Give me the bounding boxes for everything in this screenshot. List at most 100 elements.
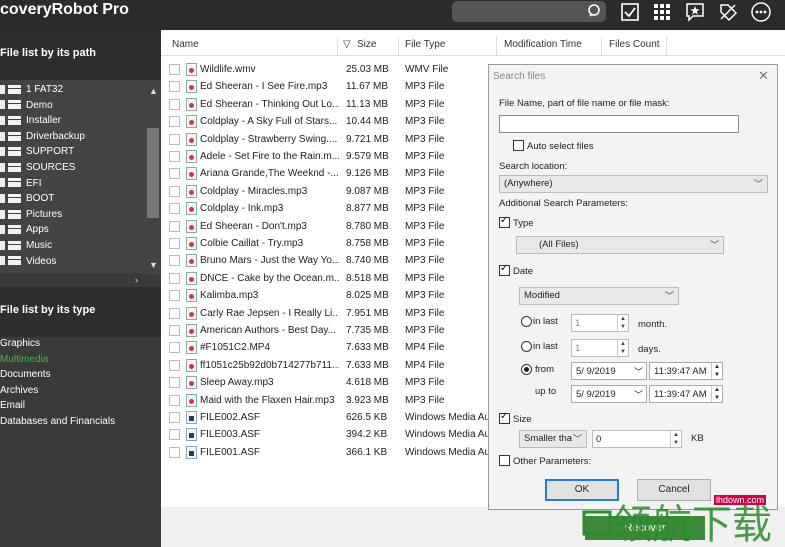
type-list-item[interactable]: Documents: [0, 369, 161, 385]
in-last-month-radio[interactable]: [521, 316, 532, 327]
scroll-up-arrow-icon[interactable]: ▲: [149, 86, 158, 96]
expand-box-icon[interactable]: [0, 240, 5, 250]
upto-date-picker[interactable]: 5/ 9/2019 ﹀: [571, 385, 647, 403]
row-checkbox[interactable]: [169, 255, 180, 267]
tree-horizontal-scrollbar[interactable]: [0, 273, 146, 287]
more-options-icon[interactable]: [750, 1, 772, 23]
expand-box-icon[interactable]: [0, 225, 5, 235]
expand-box-icon[interactable]: [0, 100, 5, 110]
search-box[interactable]: [452, 1, 606, 22]
expand-box-icon[interactable]: [0, 209, 5, 219]
size-stepper[interactable]: 0 ▲ ▼: [592, 430, 682, 448]
file-row[interactable]: Coldplay - Miracles.mp3 9.087 MB MP3 File: [161, 183, 491, 200]
other-params-checkbox[interactable]: [499, 455, 510, 466]
row-checkbox[interactable]: [169, 151, 180, 162]
row-checkbox[interactable]: [169, 238, 180, 249]
upto-time-picker[interactable]: 11:39:47 AM ▲ ▼: [649, 385, 723, 403]
tree-scrollbar[interactable]: [146, 80, 161, 275]
file-row[interactable]: Sleep Away.mp3 4.618 MB MP3 File: [161, 374, 491, 391]
tree-item[interactable]: Demo: [0, 100, 53, 115]
row-checkbox[interactable]: [169, 116, 180, 128]
column-modification-time[interactable]: Modification Time: [504, 39, 582, 50]
location-select[interactable]: (Anywhere) ﹀: [499, 175, 768, 193]
expand-box-icon[interactable]: [0, 194, 5, 204]
row-checkbox[interactable]: [169, 307, 180, 319]
row-checkbox[interactable]: [169, 446, 180, 458]
row-checkbox[interactable]: [169, 185, 180, 197]
days-stepper[interactable]: 1 ▲ ▼: [571, 339, 629, 357]
month-stepper[interactable]: 1 ▲ ▼: [571, 314, 629, 332]
column-file-type[interactable]: File Type: [405, 39, 445, 50]
tree-item[interactable]: SUPPORT: [0, 146, 74, 161]
row-checkbox[interactable]: [169, 412, 180, 423]
size-mode-select[interactable]: Smaller tha ﹀: [519, 430, 587, 448]
file-row[interactable]: Adele - Set Fire to the Rain.m... 9.579 M…: [161, 148, 491, 165]
filename-input[interactable]: [499, 115, 739, 133]
expand-box-icon[interactable]: [0, 162, 5, 172]
row-checkbox[interactable]: [169, 342, 180, 354]
tree-item[interactable]: Videos: [0, 256, 56, 271]
tree-item[interactable]: Driverbackup: [0, 131, 85, 146]
type-select[interactable]: (All Files) ﹀: [516, 236, 724, 254]
row-checkbox[interactable]: [169, 81, 180, 93]
select-check-icon[interactable]: [619, 1, 641, 23]
type-checkbox[interactable]: [499, 215, 510, 228]
type-list-item[interactable]: Archives: [0, 385, 161, 401]
file-row[interactable]: #F1051C2.MP4 7.633 MB MP4 File: [161, 339, 491, 356]
file-row[interactable]: Ed Sheeran - Don't.mp3 8.780 MB MP3 File: [161, 218, 491, 235]
expand-box-icon[interactable]: [0, 178, 5, 188]
row-checkbox[interactable]: [169, 203, 180, 215]
tree-item[interactable]: 1 FAT32: [0, 84, 63, 99]
from-time-picker[interactable]: 11:39:47 AM ▲ ▼: [649, 362, 723, 380]
sort-desc-icon[interactable]: ▽: [343, 39, 351, 50]
row-checkbox[interactable]: [169, 290, 180, 302]
row-checkbox[interactable]: [169, 394, 180, 406]
file-row[interactable]: Coldplay - A Sky Full of Stars... 10.44 M…: [161, 113, 491, 130]
expand-box-icon[interactable]: [0, 116, 5, 126]
file-row[interactable]: Ed Sheeran - Thinking Out Lo... 11.13 MB M…: [161, 96, 491, 113]
column-files-count[interactable]: Files Count: [609, 39, 660, 50]
tree-item[interactable]: Apps: [0, 224, 49, 239]
file-row[interactable]: Coldplay - Strawberry Swing.... 9.721 MB M…: [161, 131, 491, 148]
file-row[interactable]: Wildlife.wmv 25.03 MB WMV File: [161, 61, 491, 78]
file-row[interactable]: Carly Rae Jepsen - I Really Li... 7.951 M…: [161, 305, 491, 322]
date-mode-select[interactable]: Modified ﹀: [519, 287, 679, 305]
file-row[interactable]: Ed Sheeran - I See Fire.mp3 11.67 MB MP3 F…: [161, 78, 491, 95]
tree-item[interactable]: Installer: [0, 115, 61, 130]
tree-item[interactable]: BOOT: [0, 193, 54, 208]
tree-item[interactable]: EFI: [0, 178, 42, 193]
file-row[interactable]: FILE002.ASF 626.5 KB Windows Media Au: [161, 409, 491, 426]
file-row[interactable]: Kalimba.mp3 8.025 MB MP3 File: [161, 287, 491, 304]
scroll-right-arrow-icon[interactable]: ›: [135, 275, 138, 285]
row-checkbox[interactable]: [169, 325, 180, 336]
file-row[interactable]: Ariana Grande,The Weeknd -... 9.126 MB MP3…: [161, 165, 491, 182]
file-row[interactable]: FILE003.ASF 394.2 KB Windows Media Au: [161, 426, 491, 443]
expand-box-icon[interactable]: [0, 256, 5, 266]
expand-box-icon[interactable]: [0, 131, 5, 141]
column-size[interactable]: Size: [357, 39, 376, 50]
tag-mark-icon[interactable]: [717, 1, 739, 23]
file-row[interactable]: Maid with the Flaxen Hair.mp3 3.923 MB MP3…: [161, 392, 491, 409]
size-checkbox[interactable]: [499, 411, 510, 424]
from-radio[interactable]: [521, 364, 532, 375]
row-checkbox[interactable]: [169, 377, 180, 389]
row-checkbox[interactable]: [169, 98, 180, 110]
tree-item[interactable]: Music: [0, 240, 52, 255]
type-list-item[interactable]: Multimedia: [0, 354, 161, 370]
type-list-item[interactable]: Databases and Financials: [0, 416, 161, 432]
star-comment-icon[interactable]: [684, 1, 706, 23]
file-row[interactable]: ff1051c25b92d0b714277b711... 7.633 MB MP4 …: [161, 357, 491, 374]
row-checkbox[interactable]: [169, 133, 180, 145]
search-icon[interactable]: [587, 3, 603, 19]
row-checkbox[interactable]: [169, 64, 180, 75]
grid-view-icon[interactable]: [651, 1, 673, 23]
row-checkbox[interactable]: [169, 272, 180, 284]
column-name[interactable]: Name: [172, 39, 199, 50]
file-row[interactable]: FILE001.ASF 366.1 KB Windows Media Au: [161, 444, 491, 461]
file-row[interactable]: Coldplay - Ink.mp3 8.877 MB MP3 File: [161, 200, 491, 217]
file-row[interactable]: Colbie Caillat - Try.mp3 8.758 MB MP3 File: [161, 235, 491, 252]
row-checkbox[interactable]: [169, 429, 180, 441]
scroll-down-arrow-icon[interactable]: ▼: [149, 260, 158, 270]
close-icon[interactable]: ✕: [758, 68, 769, 84]
file-row[interactable]: DNCE - Cake by the Ocean.m... 8.518 MB MP3…: [161, 270, 491, 287]
